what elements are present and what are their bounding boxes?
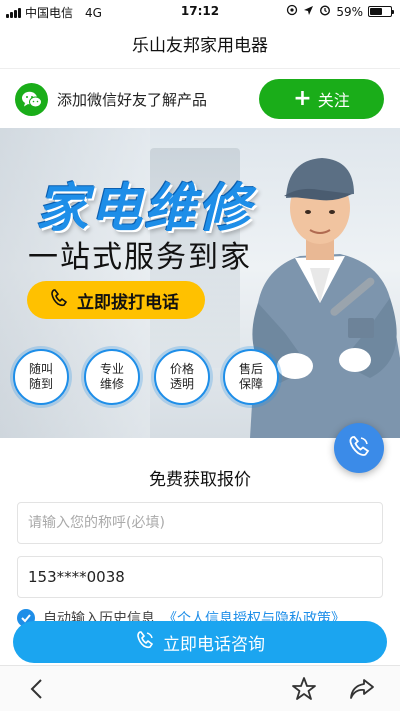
phone-icon (49, 288, 69, 313)
star-icon[interactable] (289, 674, 319, 704)
browser-toolbar (0, 665, 400, 711)
quote-form-title: 免费获取报价 (149, 470, 251, 490)
alarm-icon (319, 4, 331, 19)
feature-badge: 售后 保障 (223, 349, 279, 405)
share-icon[interactable] (347, 674, 377, 704)
page-title: 乐山友邦家用电器 (132, 36, 268, 56)
follow-bar: 添加微信好友了解产品 + 关注 (0, 68, 400, 128)
follow-button[interactable]: + 关注 (259, 79, 384, 119)
feature-line: 随叫 (28, 362, 53, 376)
back-icon[interactable] (22, 674, 52, 704)
phone-icon (135, 630, 155, 655)
phone-consult-label: 立即电话咨询 (163, 634, 265, 655)
feature-badge: 价格 透明 (154, 349, 210, 405)
feature-line: 随到 (28, 377, 53, 391)
follow-button-label: 关注 (317, 91, 350, 110)
banner-title: 家电维修 (36, 179, 253, 239)
battery-icon (368, 6, 394, 17)
call-now-label: 立即拔打电话 (77, 292, 179, 313)
feature-line: 保障 (238, 377, 263, 391)
location-arrow-icon (303, 5, 314, 19)
feature-badge: 专业 维修 (84, 349, 140, 405)
feature-line: 专业 (99, 362, 124, 376)
battery-percent: 59% (336, 4, 363, 19)
hero-banner: 家电维修 一站式服务到家 立即拔打电话 随叫 随到 专业 维修 价格 透明 售后 保障 (0, 128, 400, 438)
follow-prompt: 添加微信好友了解产品 (57, 91, 208, 109)
phone-consult-button[interactable]: 立即电话咨询 (13, 621, 387, 663)
floating-call-button[interactable] (334, 423, 384, 473)
banner-subtitle: 一站式服务到家 (28, 240, 252, 275)
status-bar: 中国电信 4G 17:12 59% (0, 0, 400, 24)
phone-icon (347, 434, 371, 462)
feature-badges: 随叫 随到 专业 维修 价格 透明 售后 保障 (13, 349, 283, 409)
feature-line: 售后 (238, 362, 263, 376)
status-right: 59% (286, 4, 394, 19)
plus-icon: + (293, 86, 312, 111)
feature-line: 透明 (169, 377, 194, 391)
feature-line: 价格 (169, 362, 194, 376)
location-lock-icon (286, 4, 298, 19)
call-now-button[interactable]: 立即拔打电话 (27, 281, 205, 319)
name-input[interactable] (17, 502, 383, 544)
feature-line: 维修 (99, 377, 124, 391)
phone-input[interactable] (17, 556, 383, 598)
feature-badge: 随叫 随到 (13, 349, 69, 405)
wechat-icon (15, 83, 48, 116)
